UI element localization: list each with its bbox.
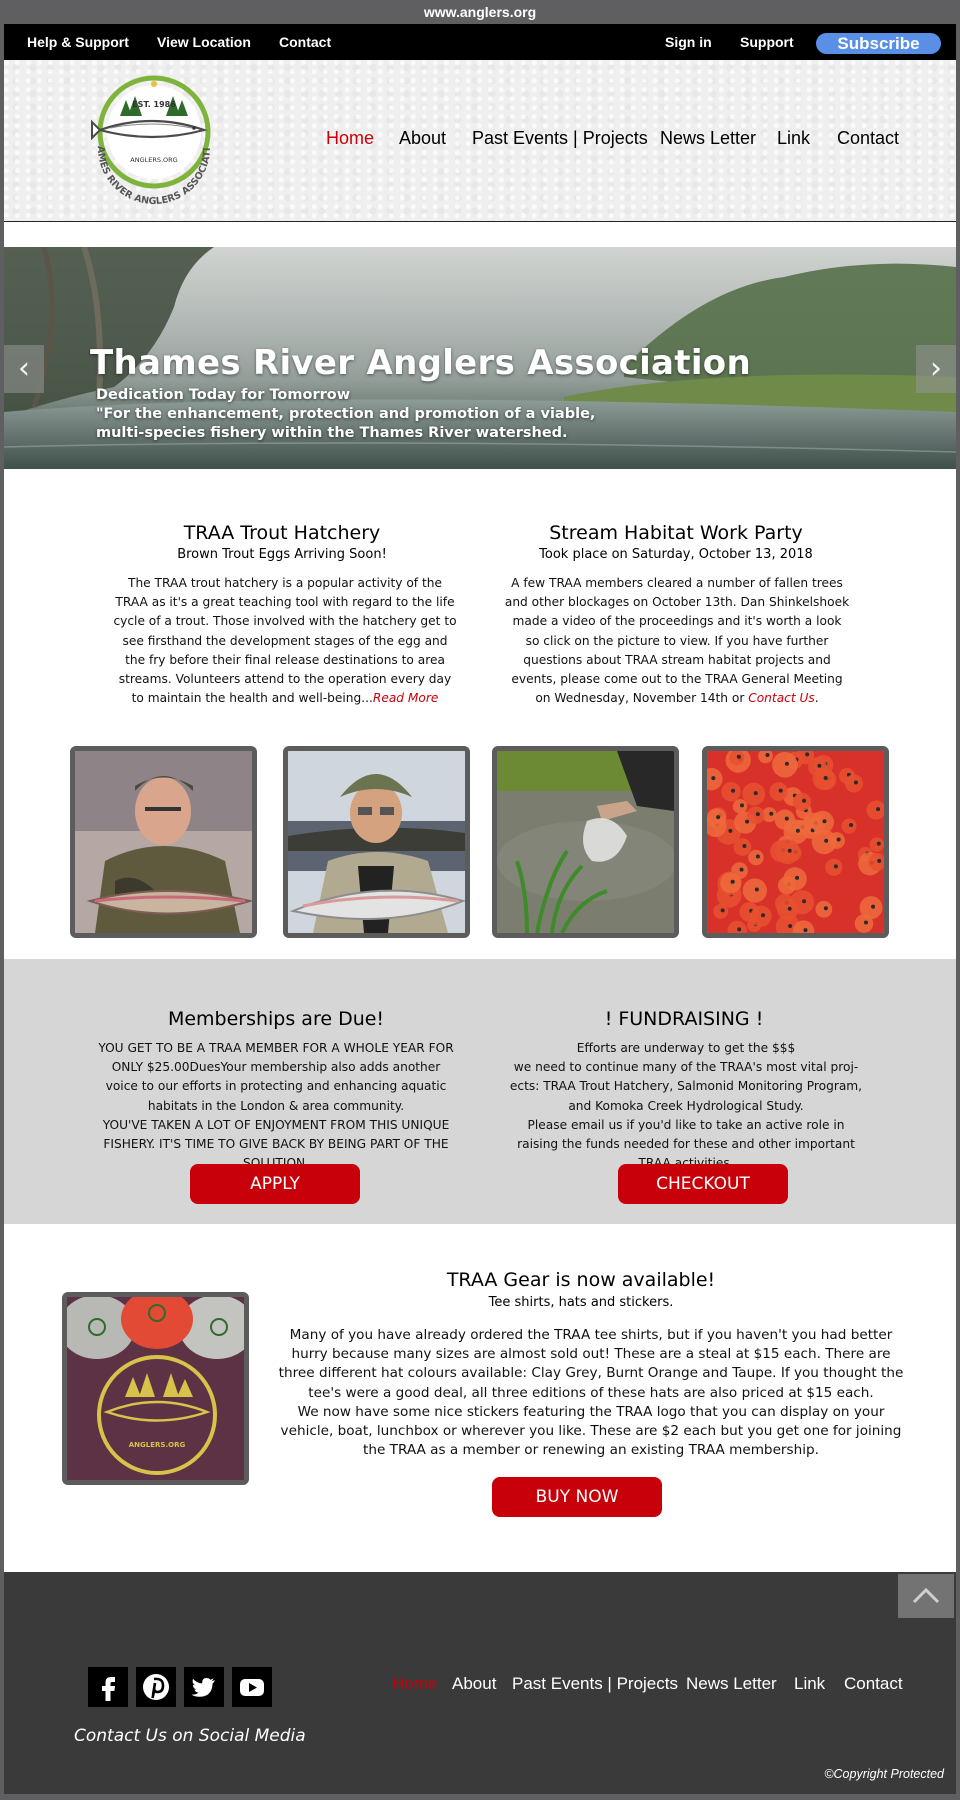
footer-nav-link[interactable]: Link: [794, 1674, 825, 1694]
habitat-tail: .: [814, 691, 819, 706]
footer-nav-home[interactable]: Home: [392, 1674, 437, 1694]
footer-nav-newsletter[interactable]: News Letter: [686, 1674, 777, 1694]
nav-newsletter[interactable]: News Letter: [660, 128, 756, 149]
gear-title: TRAA Gear is now available!: [446, 1269, 716, 1291]
next-slide-arrow-icon[interactable]: ›: [916, 345, 956, 393]
utility-bar: Help & Support View Location Contact Sig…: [4, 24, 956, 60]
fundraising-title: ! FUNDRAISING !: [604, 1008, 764, 1030]
site-header: EST. 1986 ANGLERS.ORG THAMES RIVER ANGLE…: [4, 60, 956, 222]
copyright: ©Copyright Protected: [824, 1767, 944, 1781]
memberships-title: Memberships are Due!: [167, 1008, 385, 1030]
back-to-top-icon[interactable]: [898, 1574, 954, 1618]
habitat-text: A few TRAA members cleared a number of f…: [504, 574, 850, 708]
photo-traa-gear[interactable]: ANGLERS.ORG: [62, 1292, 249, 1485]
hatchery-subtitle: Brown Trout Eggs Arriving Soon!: [177, 547, 387, 562]
fundraising-text-2: we need to continue many of the TRAA's m…: [509, 1060, 863, 1113]
prev-slide-arrow-icon[interactable]: ‹: [4, 345, 44, 393]
hero-mission-line1: "For the enhancement, protection and pro…: [96, 406, 596, 422]
nav-home[interactable]: Home: [326, 128, 374, 149]
subscribe-button[interactable]: Subscribe: [816, 33, 941, 54]
gear-text-2: We now have some nice stickers featuring…: [280, 1403, 902, 1459]
read-more-link[interactable]: Read More: [373, 691, 439, 705]
footer-nav-about[interactable]: About: [452, 1674, 496, 1694]
footer-nav: Home About Past Events | Projects News L…: [4, 1674, 956, 1700]
gear-text: Many of you have already ordered the TRA…: [278, 1327, 904, 1401]
page: Help & Support View Location Contact Sig…: [4, 24, 956, 1794]
svg-text:EST. 1986: EST. 1986: [132, 100, 176, 109]
membership-fundraising-band: Memberships are Due! YOU GET TO BE A TRA…: [4, 959, 956, 1224]
hatchery-text: The TRAA trout hatchery is a popular act…: [112, 574, 458, 708]
fundraising-text-3: Please email us if you'd like to take an…: [517, 1117, 855, 1170]
nav-link[interactable]: Link: [777, 128, 810, 149]
habitat-title: Stream Habitat Work Party: [549, 522, 803, 544]
help-support-link[interactable]: Help & Support: [27, 24, 129, 60]
checkout-button[interactable]: CHECKOUT: [618, 1164, 788, 1204]
view-location-link[interactable]: View Location: [157, 24, 251, 60]
photo-stocking-fish[interactable]: [492, 746, 679, 938]
hero-title: Thames River Anglers Association: [90, 343, 751, 383]
habitat-subtitle: Took place on Saturday, October 13, 2018: [539, 547, 813, 562]
buy-now-button[interactable]: BUY NOW: [492, 1477, 662, 1517]
footer-nav-contact[interactable]: Contact: [844, 1674, 903, 1694]
photo-trout-eggs[interactable]: [702, 746, 889, 938]
contact-link[interactable]: Contact: [279, 24, 331, 60]
apply-button[interactable]: APPLY: [190, 1164, 360, 1204]
footer-nav-past-events[interactable]: Past Events | Projects: [512, 1674, 678, 1694]
photo-angler-trout-1[interactable]: [70, 746, 257, 938]
memberships-text-2: YOU'VE TAKEN A LOT OF ENJOYMENT FROM THI…: [102, 1117, 450, 1170]
gear-body: Many of you have already ordered the TRA…: [276, 1326, 906, 1460]
support-link[interactable]: Support: [740, 24, 794, 60]
habitat-body: A few TRAA members cleared a number of f…: [504, 576, 850, 706]
hatchery-body: The TRAA trout hatchery is a popular act…: [113, 576, 457, 706]
nav-about[interactable]: About: [399, 128, 446, 149]
hero-mission-line2: multi-species fishery within the Thames …: [96, 425, 568, 441]
gear-subtitle: Tee shirts, hats and stickers.: [488, 1295, 674, 1310]
nav-contact[interactable]: Contact: [837, 128, 899, 149]
site-footer: Home About Past Events | Projects News L…: [4, 1572, 956, 1794]
memberships-body: YOU GET TO BE A TRAA MEMBER FOR A WHOLE …: [96, 1039, 456, 1173]
fundraising-body: Efforts are underway to get the $$$ we n…: [506, 1039, 866, 1173]
nav-past-events[interactable]: Past Events | Projects: [472, 128, 648, 149]
hero-slider: Thames River Anglers Association Dedicat…: [4, 247, 956, 469]
svg-text:ANGLERS.ORG: ANGLERS.ORG: [129, 1441, 186, 1449]
hatchery-title: TRAA Trout Hatchery: [183, 522, 381, 544]
contact-social-label: Contact Us on Social Media: [74, 1726, 306, 1746]
sign-in-link[interactable]: Sign in: [665, 24, 712, 60]
main-nav: Home About Past Events | Projects News L…: [4, 128, 956, 158]
browser-url[interactable]: www.anglers.org: [0, 0, 960, 24]
fundraising-text: Efforts are underway to get the $$$: [576, 1041, 796, 1055]
contact-us-link[interactable]: Contact Us: [748, 691, 815, 705]
memberships-text: YOU GET TO BE A TRAA MEMBER FOR A WHOLE …: [98, 1041, 454, 1113]
photo-angler-trout-2[interactable]: [283, 746, 470, 938]
hero-tagline: Dedication Today for Tomorrow: [96, 387, 351, 403]
